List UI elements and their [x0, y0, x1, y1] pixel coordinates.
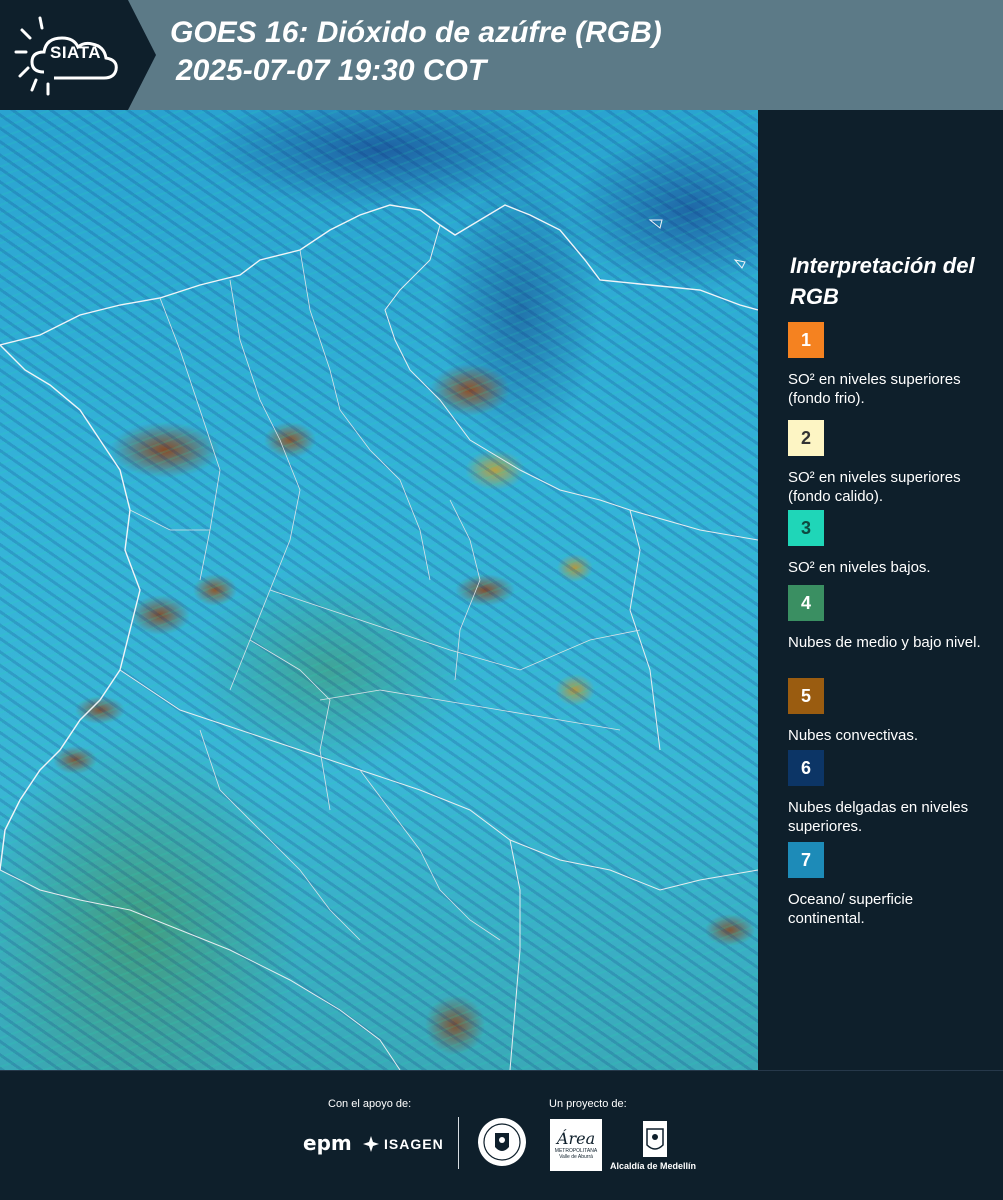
legend-number: 6: [800, 757, 811, 778]
legend-number: 7: [800, 849, 811, 870]
border-col-ven: [384, 224, 661, 751]
logo-chevron: [128, 0, 156, 110]
legend-item: 1 SO² en niveles superiores (fondo frio)…: [788, 322, 988, 408]
legend-number: 5: [800, 685, 811, 706]
support-label: Con el apoyo de:: [328, 1098, 412, 1110]
legend-item: 2 SO² en niveles superiores (fondo calid…: [788, 420, 988, 506]
legend-item: 6 Nubes delgadas en niveles superiores.: [788, 750, 988, 836]
isagen-logo[interactable]: ISAGEN: [362, 1133, 444, 1155]
footer-divider: [458, 1117, 459, 1169]
legend-swatch: 3: [788, 510, 824, 546]
legend-label: Nubes delgadas en niveles superiores.: [788, 799, 969, 835]
legend-label: Nubes convectivas.: [788, 727, 919, 744]
page-timestamp: 2025-07-07 19:30 COT: [176, 54, 487, 87]
legend-item: 3 SO² en niveles bajos.: [788, 510, 988, 577]
island-marker: [733, 259, 746, 269]
legend-item: 5 Nubes convectivas.: [788, 678, 988, 745]
isagen-logo-text: ISAGEN: [384, 1136, 444, 1152]
legend-number: 2: [800, 427, 811, 448]
legend-swatch: 6: [788, 750, 824, 786]
legend-label: Nubes de medio y bajo nivel.: [788, 634, 981, 651]
footer-bar: Con el apoyo de: Un proyecto de: epm ISA…: [0, 1070, 1003, 1200]
legend-swatch: 2: [788, 420, 824, 456]
alcaldia-text: Alcaldía de Medellín: [610, 1161, 697, 1171]
legend-label: SO² en niveles bajos.: [788, 559, 931, 576]
border-col-south: [119, 669, 521, 1070]
border-ecu-per: [0, 869, 401, 1070]
area-metropolitana-logo[interactable]: Área METROPOLITANA Valle de Aburrá: [550, 1119, 602, 1171]
project-label: Un proyecto de:: [549, 1098, 627, 1110]
island-marker: [648, 219, 663, 229]
legend-number: 3: [800, 517, 811, 538]
alcaldia-emblem-icon[interactable]: [641, 1119, 669, 1159]
legend-swatch: 5: [788, 678, 824, 714]
logo-text: SIATA: [50, 43, 101, 62]
legend-swatch: 7: [788, 842, 824, 878]
legend-label: SO² en niveles superiores (fondo calido)…: [788, 469, 961, 505]
medellin-seal-icon[interactable]: [477, 1117, 527, 1167]
isagen-star-icon: [363, 1136, 379, 1152]
border-ven-south: [629, 509, 758, 541]
satellite-map[interactable]: [0, 110, 758, 1070]
borders-overlay: [0, 204, 758, 1070]
siata-logo[interactable]: SIATA: [0, 0, 128, 110]
internal-border: [299, 249, 431, 581]
legend-item: 7 Oceano/ superficie continental.: [788, 842, 988, 928]
header-bar: SIATA GOES 16: Dióxido de azúfre (RGB) 2…: [0, 0, 1003, 110]
legend-number: 4: [800, 592, 811, 613]
legend-label: Oceano/ superficie continental.: [788, 891, 914, 927]
internal-border: [269, 589, 641, 671]
internal-border: [159, 297, 221, 581]
internal-border: [319, 689, 621, 731]
page-title: GOES 16: Dióxido de azúfre (RGB): [170, 16, 662, 49]
area-logo-subtext2: Valle de Aburrá: [559, 1154, 593, 1160]
internal-border: [249, 639, 331, 811]
internal-border: [359, 769, 501, 941]
area-logo-text: Área: [556, 1129, 596, 1148]
border-bra-per: [509, 839, 758, 891]
legend-panel: Interpretación del RGB 1 SO² en niveles …: [758, 110, 1003, 1070]
coastline-pacific: [0, 344, 141, 871]
internal-border: [229, 279, 301, 691]
legend-swatch: 1: [788, 322, 824, 358]
coastline-north: [0, 204, 758, 346]
legend-item: 4 Nubes de medio y bajo nivel.: [788, 585, 988, 652]
legend-swatch: 4: [788, 585, 824, 621]
legend-number: 1: [800, 329, 811, 350]
internal-border: [449, 499, 481, 681]
internal-border: [129, 509, 210, 531]
epm-logo[interactable]: epm: [303, 1131, 352, 1155]
legend-label: SO² en niveles superiores (fondo frio).: [788, 371, 961, 407]
legend-title: Interpretación del RGB: [790, 253, 975, 309]
